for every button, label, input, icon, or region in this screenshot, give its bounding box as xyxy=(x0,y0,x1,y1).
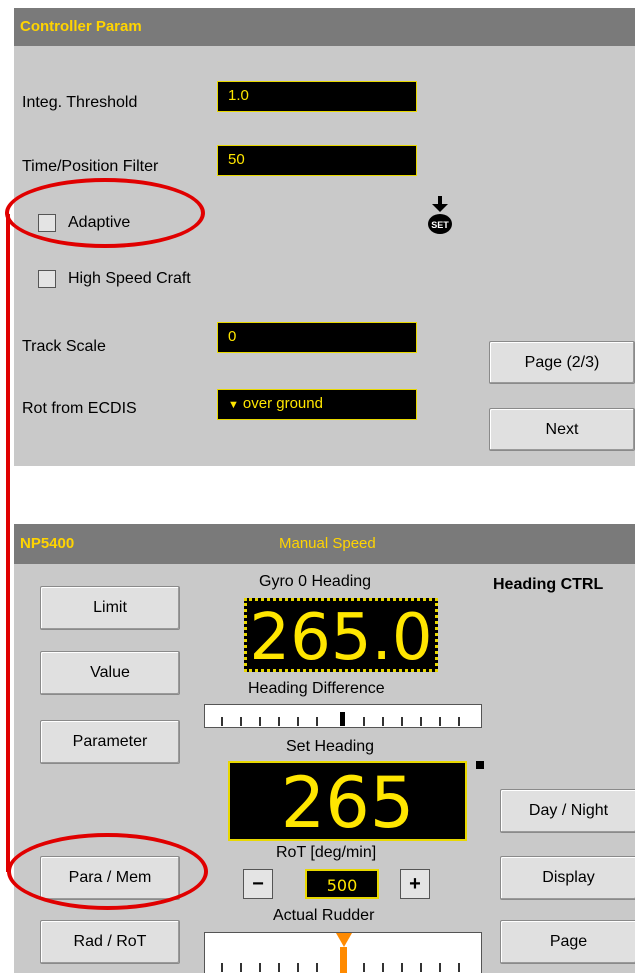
high-speed-craft-label: High Speed Craft xyxy=(68,270,191,287)
track-scale-label: Track Scale xyxy=(22,338,106,355)
actual-rudder-label: Actual Rudder xyxy=(273,907,375,924)
high-speed-craft-checkbox[interactable] xyxy=(38,270,56,288)
controller-param-title: Controller Param xyxy=(20,18,142,35)
chevron-down-icon: ▼ xyxy=(228,399,239,411)
svg-text:SET: SET xyxy=(431,220,449,230)
value-button[interactable]: Value xyxy=(40,651,180,695)
integ-threshold-label: Integ. Threshold xyxy=(22,94,138,111)
time-position-filter-field[interactable]: 50 xyxy=(217,145,417,176)
next-button[interactable]: Next xyxy=(489,408,635,451)
rot-from-ecdis-value: over ground xyxy=(242,395,323,412)
rot-increase-button[interactable]: + xyxy=(400,869,430,899)
heading-difference-scale xyxy=(204,704,482,728)
np5400-title-bar: NP5400 Manual Speed xyxy=(14,524,635,564)
rad-rot-button[interactable]: Rad / RoT xyxy=(40,920,180,964)
integ-threshold-field[interactable]: 1.0 xyxy=(217,81,417,112)
page-button[interactable]: Page xyxy=(500,920,635,964)
rot-label: RoT [deg/min] xyxy=(276,844,377,861)
connector-line xyxy=(6,214,10,872)
np5400-title: NP5400 xyxy=(20,535,75,552)
heading-difference-indicator xyxy=(340,712,345,726)
actual-rudder-scale xyxy=(204,932,482,973)
set-icon[interactable]: SET xyxy=(426,196,454,236)
set-heading-display[interactable]: 265 xyxy=(228,761,467,843)
rudder-indicator-bar xyxy=(340,947,347,973)
time-position-filter-label: Time/Position Filter xyxy=(22,158,159,175)
rot-from-ecdis-label: Rot from ECDIS xyxy=(22,400,137,417)
gyro-heading-label: Gyro 0 Heading xyxy=(259,573,372,590)
parameter-button[interactable]: Parameter xyxy=(40,720,180,764)
para-mem-highlight-circle xyxy=(7,833,208,910)
small-marker-icon xyxy=(476,761,484,769)
page-2-3-button[interactable]: Page (2/3) xyxy=(489,341,635,384)
rot-value-field[interactable]: 500 xyxy=(305,869,379,899)
rudder-indicator-icon xyxy=(336,933,352,947)
track-scale-field[interactable]: 0 xyxy=(217,322,417,353)
set-heading-label: Set Heading xyxy=(286,738,375,755)
gyro-heading-display: 265.0 xyxy=(244,598,438,675)
controller-param-title-bar: Controller Param xyxy=(14,8,635,46)
rot-from-ecdis-select[interactable]: ▼ over ground xyxy=(217,389,417,420)
limit-button[interactable]: Limit xyxy=(40,586,180,630)
day-night-button[interactable]: Day / Night xyxy=(500,789,635,833)
manual-speed-label: Manual Speed xyxy=(279,535,376,552)
heading-difference-label: Heading Difference xyxy=(248,680,385,697)
rot-decrease-button[interactable]: − xyxy=(243,869,273,899)
display-button[interactable]: Display xyxy=(500,856,635,900)
heading-ctrl-label: Heading CTRL xyxy=(493,576,604,593)
adaptive-highlight-circle xyxy=(5,178,205,248)
